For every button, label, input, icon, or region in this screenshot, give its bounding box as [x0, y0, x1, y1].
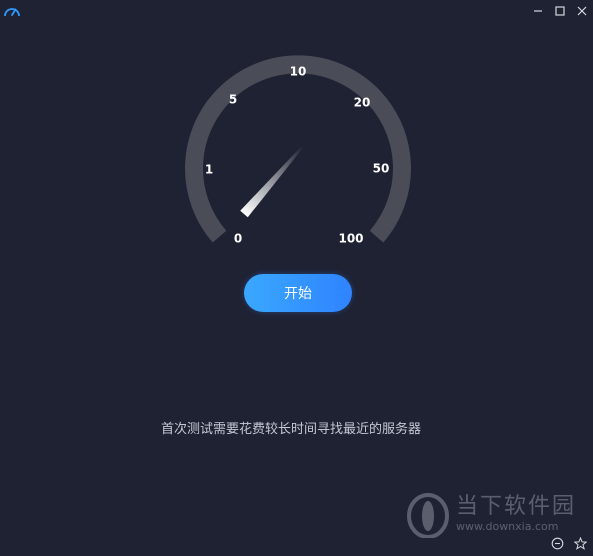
- tick-label-20: 20: [354, 96, 371, 110]
- footer-icons: [551, 537, 587, 550]
- tick-label-1: 1: [205, 163, 213, 177]
- hint-text: 首次测试需要花费较长时间寻找最近的服务器: [160, 422, 421, 437]
- watermark-title: 当下软件园: [456, 494, 577, 519]
- watermark: 当下软件园 www.downxia.com: [406, 486, 576, 542]
- tick-label-5: 5: [229, 93, 237, 107]
- watermark-url: www.downxia.com: [456, 520, 559, 533]
- watermark-logo-icon: [407, 493, 449, 538]
- star-icon[interactable]: [574, 537, 587, 550]
- gauge-needle: [240, 145, 304, 218]
- minus-circle-icon[interactable]: [551, 537, 564, 550]
- tick-label-0: 0: [234, 232, 242, 246]
- tick-label-50: 50: [373, 162, 390, 176]
- tick-label-10: 10: [290, 65, 307, 79]
- tick-label-100: 100: [338, 232, 363, 246]
- start-button[interactable]: 开始: [244, 274, 352, 312]
